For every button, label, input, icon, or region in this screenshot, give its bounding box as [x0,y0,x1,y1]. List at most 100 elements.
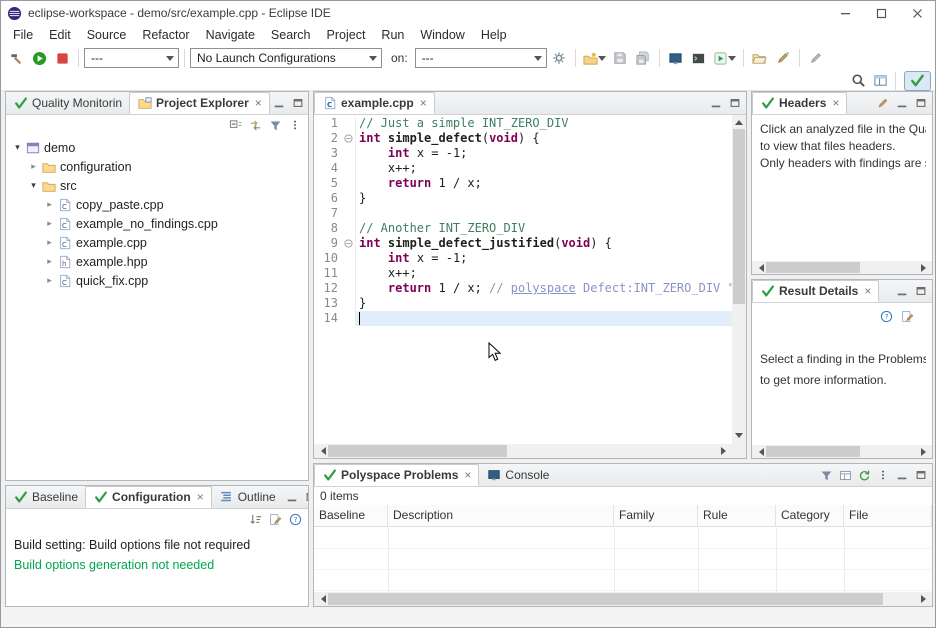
menu-refactor[interactable]: Refactor [134,28,197,42]
code-line-12[interactable]: 12 return 1 / x; // polyspace Defect:INT… [314,281,732,296]
tree-item-copy-paste-cpp[interactable]: ▸Ccopy_paste.cpp [6,195,308,214]
window-minimize-button[interactable] [827,1,863,25]
code-line-11[interactable]: 11 x++; [314,266,732,281]
menu-file[interactable]: File [5,28,41,42]
column-header-family[interactable]: Family [614,505,698,526]
edit-icon[interactable] [874,94,892,112]
scroll-left-button[interactable] [752,261,766,275]
horizontal-scrollbar[interactable] [752,445,932,458]
expand-arrow-icon[interactable]: ▸ [42,219,57,229]
maximize-view-icon[interactable] [912,466,930,484]
sort-icon[interactable] [246,510,264,528]
menu-search[interactable]: Search [263,28,319,42]
tab-outline[interactable]: Outline [212,486,283,508]
code-line-2[interactable]: 2int simple_defect(void) { [314,131,732,146]
close-icon[interactable]: × [464,468,471,482]
help-icon[interactable]: ? [286,510,304,528]
edit-icon[interactable] [898,307,916,325]
column-header-file[interactable]: File [844,505,932,526]
tab-configuration[interactable]: Configuration× [85,486,212,508]
code-line-4[interactable]: 4 x++; [314,161,732,176]
link-with-editor-icon[interactable] [246,116,264,134]
tab-project-explorer[interactable]: Project Explorer× [129,92,270,114]
tab-baseline[interactable]: Baseline [6,486,85,508]
scroll-right-button[interactable] [918,261,932,275]
code-line-6[interactable]: 6} [314,191,732,206]
view-menu-icon[interactable] [286,116,304,134]
code-line-8[interactable]: 8// Another INT_ZERO_DIV [314,221,732,236]
horizontal-scrollbar[interactable] [752,261,932,274]
column-header-category[interactable]: Category [776,505,844,526]
open-perspective-button[interactable] [869,70,891,92]
run-history-button[interactable] [711,47,738,69]
minimize-view-icon[interactable] [893,94,911,112]
close-icon[interactable]: × [197,490,204,504]
code-line-3[interactable]: 3 int x = -1; [314,146,732,161]
minimize-view-icon[interactable] [707,94,725,112]
scroll-up-button[interactable] [732,115,746,129]
column-header-rule[interactable]: Rule [698,505,776,526]
view-menu-icon[interactable] [874,466,892,484]
problems-table-body[interactable] [314,528,932,592]
code-line-7[interactable]: 7 [314,206,732,221]
tab-example-cpp[interactable]: Cexample.cpp× [314,92,435,114]
minimize-view-icon[interactable] [283,488,301,506]
menu-navigate[interactable]: Navigate [198,28,263,42]
expand-arrow-icon[interactable]: ▸ [42,238,57,248]
menu-window[interactable]: Window [412,28,472,42]
filter-icon[interactable] [817,466,835,484]
help-icon[interactable]: ? [877,307,895,325]
menu-help[interactable]: Help [473,28,515,42]
collapse-arrow-icon[interactable]: ▾ [10,143,25,153]
scroll-right-button[interactable] [918,592,932,606]
scroll-left-button[interactable] [314,592,328,606]
minimize-view-icon[interactable] [893,282,911,300]
maximize-view-icon[interactable] [302,488,309,506]
tab-headers[interactable]: Headers× [752,92,847,114]
open-project-button[interactable] [749,47,771,69]
analyze-button[interactable] [5,47,27,69]
close-icon[interactable]: × [864,284,871,298]
tree-item-example-hpp[interactable]: ▸hexample.hpp [6,252,308,271]
menu-project[interactable]: Project [319,28,374,42]
collapse-all-icon[interactable] [226,116,244,134]
code-line-13[interactable]: 13} [314,296,732,311]
filter-icon[interactable] [266,116,284,134]
horizontal-scrollbar[interactable] [314,592,932,606]
horizontal-scrollbar[interactable] [314,444,732,458]
close-icon[interactable]: × [255,96,262,110]
close-icon[interactable]: × [420,96,427,110]
tree-item-configuration[interactable]: ▸configuration [6,157,308,176]
column-header-baseline[interactable]: Baseline [314,505,388,526]
menu-edit[interactable]: Edit [41,28,79,42]
code-line-1[interactable]: 1// Just a simple INT_ZERO_DIV [314,116,732,131]
scroll-left-button[interactable] [752,445,766,459]
on-target-combo[interactable]: --- [415,48,547,68]
scroll-left-button[interactable] [314,444,328,458]
menu-run[interactable]: Run [373,28,412,42]
vertical-scrollbar[interactable] [732,115,746,444]
open-console-button[interactable] [665,47,687,69]
close-icon[interactable]: × [832,96,839,110]
tab-result-details[interactable]: Result Details× [752,280,879,302]
tree-item-src[interactable]: ▾src [6,176,308,195]
scroll-right-button[interactable] [718,444,732,458]
tree-item-demo[interactable]: ▾demo [6,138,308,157]
column-header-description[interactable]: Description [388,505,614,526]
code-line-10[interactable]: 10 int x = -1; [314,251,732,266]
tab-console[interactable]: Console [479,464,556,486]
group-columns-icon[interactable] [836,466,854,484]
window-maximize-button[interactable] [863,1,899,25]
fold-marker-icon[interactable] [342,131,356,146]
format-button[interactable] [772,47,794,69]
code-line-5[interactable]: 5 return 1 / x; [314,176,732,191]
expand-arrow-icon[interactable]: ▸ [26,162,41,172]
expand-arrow-icon[interactable]: ▸ [42,257,57,267]
open-terminal-button[interactable] [688,47,710,69]
tree-item-quick-fix-cpp[interactable]: ▸Cquick_fix.cpp [6,271,308,290]
polyspace-perspective-button[interactable] [904,71,931,91]
tree-item-example-no-findings-cpp[interactable]: ▸Cexample_no_findings.cpp [6,214,308,233]
minimize-view-icon[interactable] [893,466,911,484]
window-close-button[interactable] [899,1,935,25]
save-button[interactable] [609,47,631,69]
